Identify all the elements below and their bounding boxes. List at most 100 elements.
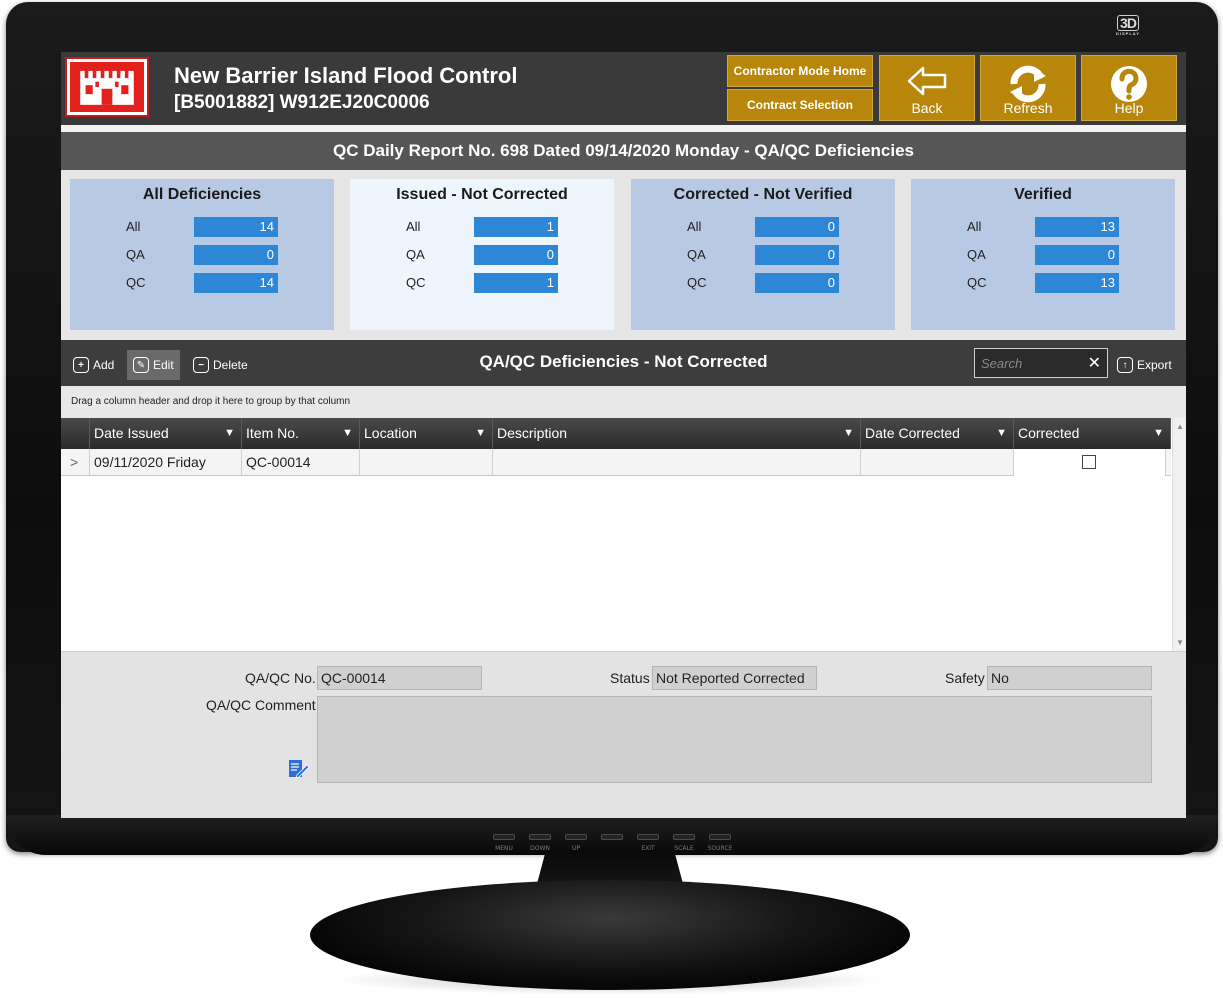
- delete-icon: −: [193, 357, 209, 373]
- stand-shadow: [330, 965, 890, 995]
- card-row-qa: QA 0: [70, 245, 334, 265]
- export-button[interactable]: ↑ Export: [1111, 350, 1178, 380]
- monitor-down-button[interactable]: DOWN: [526, 834, 554, 852]
- monitor-menu-button[interactable]: MENU: [490, 834, 518, 852]
- cell-corrected: [1014, 449, 1166, 476]
- help-button[interactable]: Help: [1081, 55, 1177, 121]
- count-value: 0: [755, 245, 839, 265]
- add-button[interactable]: + Add: [67, 350, 120, 380]
- summary-area: All Deficiencies All 14 QA 0 QC 14 Issued -…: [61, 170, 1186, 340]
- delete-button[interactable]: − Delete: [187, 350, 254, 380]
- status-label: Status: [610, 670, 650, 686]
- refresh-button[interactable]: Refresh: [980, 55, 1076, 121]
- edit-button[interactable]: ✎ Edit: [127, 350, 180, 380]
- count-value: 1: [474, 273, 558, 293]
- filter-icon[interactable]: ▼: [1153, 418, 1164, 449]
- count-value: 0: [1035, 245, 1119, 265]
- monitor-blank-button[interactable]: [598, 834, 626, 852]
- export-icon: ↑: [1117, 357, 1133, 373]
- card-title: Verified: [1014, 186, 1072, 203]
- qaqc-no-label: QA/QC No.: [245, 670, 316, 686]
- count-value: 0: [194, 245, 278, 265]
- column-header-location[interactable]: Location ▼: [360, 418, 493, 449]
- card-row-all: All 13: [911, 217, 1175, 237]
- monitor-controls: MENU DOWN UP EXIT SCALE SOURCE: [490, 834, 734, 852]
- column-header-date-corrected[interactable]: Date Corrected ▼: [861, 418, 1014, 449]
- card-title: All Deficiencies: [142, 186, 262, 203]
- monitor-exit-button[interactable]: EXIT: [634, 834, 662, 852]
- cell-date-corrected: [861, 449, 1014, 476]
- card-row-qc: QC 14: [70, 273, 334, 293]
- summary-card-verified[interactable]: Verified All 13 QA 0 QC 13: [911, 179, 1175, 330]
- summary-card-corrected-not-verified[interactable]: Corrected - Not Verified All 0 QA 0 QC 0: [631, 179, 895, 330]
- filter-icon[interactable]: ▼: [342, 418, 353, 449]
- safety-field[interactable]: No: [987, 666, 1152, 690]
- monitor-up-button[interactable]: UP: [562, 834, 590, 852]
- contract-selection-button[interactable]: Contract Selection: [727, 89, 873, 121]
- grid-header: Date Issued ▼ Item No. ▼ Location ▼ Descrip…: [61, 418, 1171, 449]
- header-label: Date Issued: [94, 425, 169, 441]
- report-title-bar: QC Daily Report No. 698 Dated 09/14/2020…: [61, 132, 1186, 170]
- column-header-corrected[interactable]: Corrected ▼: [1014, 418, 1171, 449]
- clear-search-icon[interactable]: ✕: [1088, 353, 1101, 373]
- back-button[interactable]: Back: [879, 55, 975, 121]
- qaqc-comment-field[interactable]: [317, 696, 1152, 783]
- safety-label: Safety: [945, 670, 985, 686]
- castle-icon: [80, 70, 134, 105]
- summary-card-all-deficiencies[interactable]: All Deficiencies All 14 QA 0 QC 14: [70, 179, 334, 330]
- group-by-panel[interactable]: Drag a column header and drop it here to…: [61, 386, 1186, 418]
- summary-card-issued-not-corrected[interactable]: Issued - Not Corrected All 1 QA 0 QC 1: [350, 179, 614, 330]
- corrected-checkbox[interactable]: [1082, 455, 1096, 469]
- search-box: ✕: [974, 348, 1108, 378]
- status-field[interactable]: Not Reported Corrected: [652, 666, 817, 690]
- row-label: All: [967, 219, 982, 234]
- row-label: QC: [126, 275, 146, 290]
- grid-scrollbar[interactable]: ▲ ▼: [1172, 418, 1186, 651]
- delete-label: Delete: [213, 358, 248, 372]
- contractor-mode-home-button[interactable]: Contractor Mode Home: [727, 55, 873, 87]
- row-label: QC: [687, 275, 707, 290]
- filter-icon[interactable]: ▼: [224, 418, 235, 449]
- row-label: QA: [967, 247, 986, 262]
- detail-panel: QA/QC No. QC-00014 Status Not Reported C…: [61, 651, 1186, 818]
- count-value: 0: [474, 245, 558, 265]
- edit-notes-icon[interactable]: [286, 756, 310, 780]
- qaqc-no-field[interactable]: QC-00014: [317, 666, 482, 690]
- scroll-up-icon[interactable]: ▲: [1176, 422, 1184, 431]
- edit-label: Edit: [153, 358, 174, 372]
- card-row-qa: QA 0: [631, 245, 895, 265]
- column-header-date-issued[interactable]: Date Issued ▼: [90, 418, 242, 449]
- monitor-scale-button[interactable]: SCALE: [670, 834, 698, 852]
- row-label: QA: [126, 247, 145, 262]
- column-header-description[interactable]: Description ▼: [493, 418, 861, 449]
- count-value: 13: [1035, 217, 1119, 237]
- header-label: Corrected: [1018, 425, 1080, 441]
- edit-icon: ✎: [133, 357, 149, 373]
- filter-icon[interactable]: ▼: [996, 418, 1007, 449]
- count-value: 0: [755, 273, 839, 293]
- refresh-label: Refresh: [1003, 100, 1053, 116]
- monitor-source-button[interactable]: SOURCE: [706, 834, 734, 852]
- app-header: New Barrier Island Flood Control [B50018…: [61, 52, 1186, 125]
- row-label: QC: [406, 275, 426, 290]
- contract-subtitle: [B5001882] W912EJ20C0006: [174, 92, 430, 113]
- add-label: Add: [93, 358, 115, 372]
- card-row-qc: QC 13: [911, 273, 1175, 293]
- row-expander-icon[interactable]: >: [61, 449, 90, 476]
- card-title: Corrected - Not Verified: [673, 186, 853, 203]
- export-label: Export: [1137, 358, 1172, 372]
- add-icon: +: [73, 357, 89, 373]
- scroll-down-icon[interactable]: ▼: [1176, 638, 1184, 647]
- table-row[interactable]: > 09/11/2020 Friday QC-00014: [61, 449, 1171, 476]
- filter-icon[interactable]: ▼: [843, 418, 854, 449]
- search-input[interactable]: [981, 354, 1081, 372]
- filter-icon[interactable]: ▼: [475, 418, 486, 449]
- help-question-icon: [1111, 66, 1147, 102]
- count-value: 1: [474, 217, 558, 237]
- card-row-all: All 0: [631, 217, 895, 237]
- column-header-item-no[interactable]: Item No. ▼: [242, 418, 360, 449]
- app-title: New Barrier Island Flood Control: [174, 63, 518, 88]
- row-label: QC: [967, 275, 987, 290]
- count-value: 13: [1035, 273, 1119, 293]
- count-value: 0: [755, 217, 839, 237]
